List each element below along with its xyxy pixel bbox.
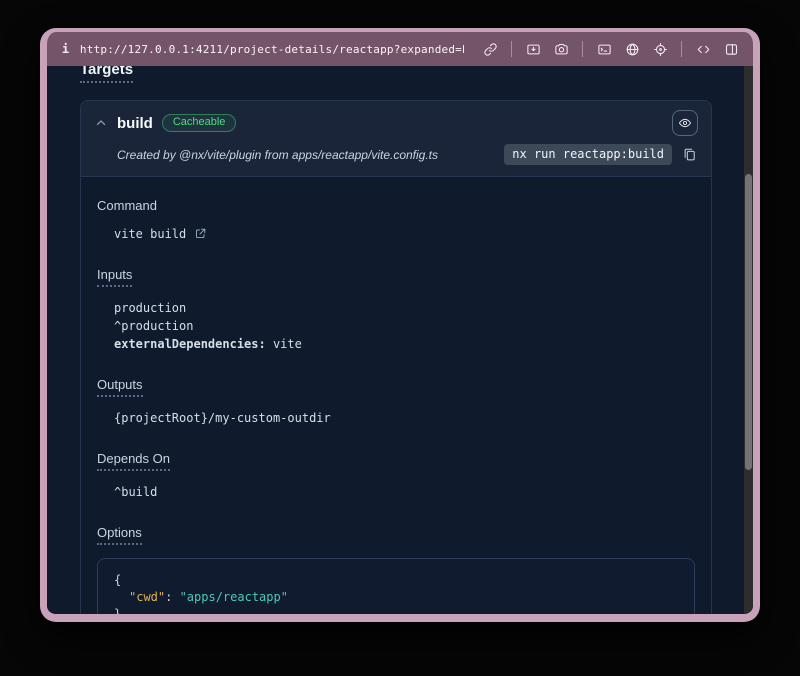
camera-icon[interactable] [551,39,571,59]
command-label: Command [97,198,695,213]
browser-toolbar: i http://127.0.0.1:4211/project-details/… [47,32,753,66]
command-section: Command vite build [97,198,695,243]
external-link-icon[interactable] [194,227,208,241]
code-icon[interactable] [693,39,713,59]
depends-on-item: ^build [114,483,695,501]
cacheable-badge: Cacheable [162,114,237,132]
targets-heading: Targets [80,66,712,83]
copy-icon[interactable] [682,147,698,163]
scrollbar-thumb[interactable] [745,174,752,470]
json-line: } [114,606,678,614]
url-bar[interactable]: http://127.0.0.1:4211/project-details/re… [80,43,464,56]
inputs-section: Inputs production ^production externalDe… [97,267,695,353]
chevron-up-icon[interactable] [94,116,108,130]
info-icon[interactable]: i [59,42,72,56]
options-label: Options [97,525,695,545]
json-line: "cwd": "apps/reactapp" [114,589,678,606]
split-view-icon[interactable] [721,39,741,59]
outputs-label: Outputs [97,377,695,397]
globe-icon[interactable] [622,39,642,59]
toolbar-divider [511,41,512,57]
output-item: {projectRoot}/my-custom-outdir [114,409,695,427]
input-item: externalDependencies: vite [114,335,695,353]
eye-icon [678,116,692,130]
scrollbar[interactable] [744,66,753,614]
command-value: vite build [114,225,186,243]
outputs-section: Outputs {projectRoot}/my-custom-outdir [97,377,695,427]
options-code-block: { "cwd": "apps/reactapp" } [97,558,695,614]
target-name[interactable]: build [117,115,153,132]
input-item: production [114,299,695,317]
page-viewport: Targets build Cacheable [47,66,753,614]
created-by-text: Created by @nx/vite/plugin from apps/rea… [117,148,438,162]
options-section: Options { "cwd": "apps/reactapp" } [97,525,695,614]
run-command-chip: nx run reactapp:build [504,144,672,165]
terminal-icon[interactable] [594,39,614,59]
target-card-build: build Cacheable Created by @nx/vite/plug… [80,100,712,614]
input-item: ^production [114,317,695,335]
link-icon[interactable] [480,39,500,59]
toolbar-divider [582,41,583,57]
inputs-label: Inputs [97,267,695,287]
build-card-header: build Cacheable Created by @nx/vite/plug… [81,101,711,177]
target-icon[interactable] [650,39,670,59]
view-target-button[interactable] [672,110,698,136]
download-icon[interactable] [523,39,543,59]
browser-window: i http://127.0.0.1:4211/project-details/… [40,28,760,622]
build-card-body: Command vite build Inputs [81,177,711,614]
targets-heading-label[interactable]: Targets [80,66,133,83]
depends-on-label: Depends On [97,451,695,471]
toolbar-divider [681,41,682,57]
json-line: { [114,572,678,589]
depends-on-section: Depends On ^build [97,451,695,501]
